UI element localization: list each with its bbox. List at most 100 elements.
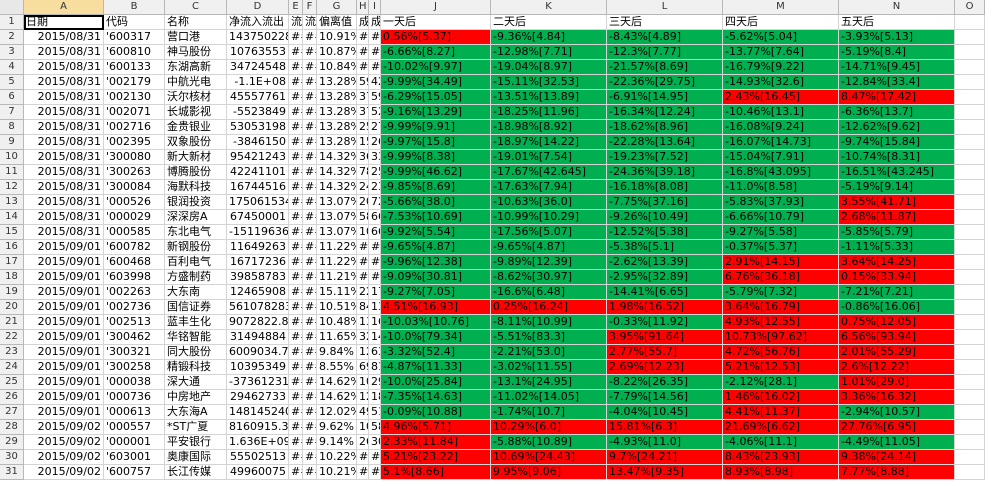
name-cell[interactable]: 国信证券 bbox=[165, 300, 227, 315]
empty-cell-o[interactable] bbox=[955, 390, 985, 405]
day3-cell[interactable]: 13.47%[9.35] bbox=[607, 465, 723, 480]
day3-cell[interactable]: -8.22%[26.35] bbox=[607, 375, 723, 390]
net-flow-cell[interactable]: 39858783 bbox=[227, 270, 289, 285]
day2-cell[interactable]: -5.88%[10.89] bbox=[491, 435, 607, 450]
deviation-cell[interactable]: 9.62% bbox=[317, 420, 357, 435]
name-cell[interactable]: 新钢股份 bbox=[165, 240, 227, 255]
day5-cell[interactable]: -2.94%[10.57] bbox=[839, 405, 955, 420]
outflow-cell[interactable]: ## bbox=[303, 330, 317, 345]
name-cell[interactable]: 新大新材 bbox=[165, 150, 227, 165]
amount-cell[interactable]: 14 bbox=[369, 330, 381, 345]
amount-cell[interactable]: 51 bbox=[369, 405, 381, 420]
name-cell[interactable]: 方盛制药 bbox=[165, 270, 227, 285]
header-cell-j[interactable]: 一天后 bbox=[381, 15, 491, 30]
day5-cell[interactable]: 2.68%[11.87] bbox=[839, 210, 955, 225]
name-cell[interactable]: 大东海A bbox=[165, 405, 227, 420]
date-cell[interactable]: 2015/08/31 bbox=[24, 135, 104, 150]
outflow-cell[interactable]: ## bbox=[303, 210, 317, 225]
day4-cell[interactable]: 2.43%[16.45] bbox=[723, 90, 839, 105]
row-number[interactable]: 11 bbox=[0, 165, 24, 180]
day3-cell[interactable]: -22.28%[13.64] bbox=[607, 135, 723, 150]
inflow-cell[interactable]: ## bbox=[289, 450, 303, 465]
deviation-cell[interactable]: 12.02% bbox=[317, 405, 357, 420]
day1-cell[interactable]: -6.66%[8.27] bbox=[381, 45, 491, 60]
amount-cell[interactable]: 30 bbox=[369, 435, 381, 450]
empty-cell-o[interactable] bbox=[955, 60, 985, 75]
empty-cell-o[interactable] bbox=[955, 105, 985, 120]
day1-cell[interactable]: -9.99%[8.38] bbox=[381, 150, 491, 165]
volume-cell[interactable]: 26 bbox=[357, 435, 369, 450]
empty-cell-o[interactable] bbox=[955, 30, 985, 45]
name-cell[interactable]: 同大股份 bbox=[165, 345, 227, 360]
inflow-cell[interactable]: ## bbox=[289, 360, 303, 375]
amount-cell[interactable]: 26 bbox=[369, 135, 381, 150]
inflow-cell[interactable]: ## bbox=[289, 195, 303, 210]
date-cell[interactable]: 2015/09/01 bbox=[24, 240, 104, 255]
column-header-e[interactable]: E bbox=[289, 0, 303, 15]
amount-cell[interactable]: # bbox=[369, 240, 381, 255]
volume-cell[interactable]: 12 bbox=[357, 390, 369, 405]
day4-cell[interactable]: -16.8%[43.095] bbox=[723, 165, 839, 180]
net-flow-cell[interactable]: -37361231 bbox=[227, 375, 289, 390]
name-cell[interactable]: 博腾股份 bbox=[165, 165, 227, 180]
outflow-cell[interactable]: ## bbox=[303, 75, 317, 90]
date-cell[interactable]: 2015/09/02 bbox=[24, 420, 104, 435]
code-cell[interactable]: '000526 bbox=[104, 195, 165, 210]
empty-cell-o[interactable] bbox=[955, 210, 985, 225]
deviation-cell[interactable]: 13.28% bbox=[317, 105, 357, 120]
day4-cell[interactable]: 2.91%[14.15] bbox=[723, 255, 839, 270]
empty-cell-o[interactable] bbox=[955, 150, 985, 165]
day3-cell[interactable]: -18.62%[8.96] bbox=[607, 120, 723, 135]
header-cell-d[interactable]: 净流入流出 bbox=[227, 15, 289, 30]
volume-cell[interactable]: # bbox=[357, 60, 369, 75]
net-flow-cell[interactable]: 29462733 bbox=[227, 390, 289, 405]
name-cell[interactable]: 双象股份 bbox=[165, 135, 227, 150]
column-header-b[interactable]: B bbox=[104, 0, 165, 15]
day5-cell[interactable]: -14.71%[9.45] bbox=[839, 60, 955, 75]
volume-cell[interactable]: 12 bbox=[357, 345, 369, 360]
date-cell[interactable]: 2015/08/31 bbox=[24, 90, 104, 105]
day4-cell[interactable]: -5.79%[7.32] bbox=[723, 285, 839, 300]
inflow-cell[interactable]: ## bbox=[289, 45, 303, 60]
day4-cell[interactable]: 1.46%[16.02] bbox=[723, 390, 839, 405]
select-all-corner[interactable] bbox=[0, 0, 24, 15]
inflow-cell[interactable]: ## bbox=[289, 165, 303, 180]
day5-cell[interactable]: -12.84%[33.4] bbox=[839, 75, 955, 90]
header-cell-i[interactable]: 成交 bbox=[369, 15, 381, 30]
amount-cell[interactable]: 52 bbox=[369, 105, 381, 120]
day4-cell[interactable]: 8.43%[23.93] bbox=[723, 450, 839, 465]
day3-cell[interactable]: -6.91%[14.95] bbox=[607, 90, 723, 105]
empty-cell-o[interactable] bbox=[955, 90, 985, 105]
row-number[interactable]: 28 bbox=[0, 420, 24, 435]
net-flow-cell[interactable]: -15119636 bbox=[227, 225, 289, 240]
inflow-cell[interactable]: ## bbox=[289, 90, 303, 105]
row-number[interactable]: 13 bbox=[0, 195, 24, 210]
day1-cell[interactable]: -9.99%[46.62] bbox=[381, 165, 491, 180]
inflow-cell[interactable]: ## bbox=[289, 345, 303, 360]
date-cell[interactable]: 2015/09/02 bbox=[24, 435, 104, 450]
name-cell[interactable]: 精锻科技 bbox=[165, 360, 227, 375]
empty-cell-o[interactable] bbox=[955, 360, 985, 375]
deviation-cell[interactable]: 13.07% bbox=[317, 195, 357, 210]
day2-cell[interactable]: -8.62%[30.97] bbox=[491, 270, 607, 285]
day2-cell[interactable]: -19.01%[7.54] bbox=[491, 150, 607, 165]
empty-cell-o[interactable] bbox=[955, 240, 985, 255]
outflow-cell[interactable]: ## bbox=[303, 195, 317, 210]
column-header-o[interactable]: O bbox=[955, 0, 985, 15]
name-cell[interactable]: 金贵银业 bbox=[165, 120, 227, 135]
deviation-cell[interactable]: 14.62% bbox=[317, 390, 357, 405]
deviation-cell[interactable]: 13.28% bbox=[317, 120, 357, 135]
day2-cell[interactable]: -10.99%[10.29] bbox=[491, 210, 607, 225]
net-flow-cell[interactable]: 8160915.3 bbox=[227, 420, 289, 435]
volume-cell[interactable]: 32 bbox=[357, 330, 369, 345]
deviation-cell[interactable]: 10.48% bbox=[317, 315, 357, 330]
day5-cell[interactable]: 2.01%[55.29] bbox=[839, 345, 955, 360]
name-cell[interactable]: 东北电气 bbox=[165, 225, 227, 240]
date-cell[interactable]: 2015/09/01 bbox=[24, 375, 104, 390]
day1-cell[interactable]: 2.33%[11.84] bbox=[381, 435, 491, 450]
net-flow-cell[interactable]: 53053198 bbox=[227, 120, 289, 135]
outflow-cell[interactable]: ## bbox=[303, 180, 317, 195]
header-cell-a[interactable]: 日期 bbox=[24, 15, 104, 30]
deviation-cell[interactable]: 8.55% bbox=[317, 360, 357, 375]
day1-cell[interactable]: 0.56%[5.37] bbox=[381, 30, 491, 45]
